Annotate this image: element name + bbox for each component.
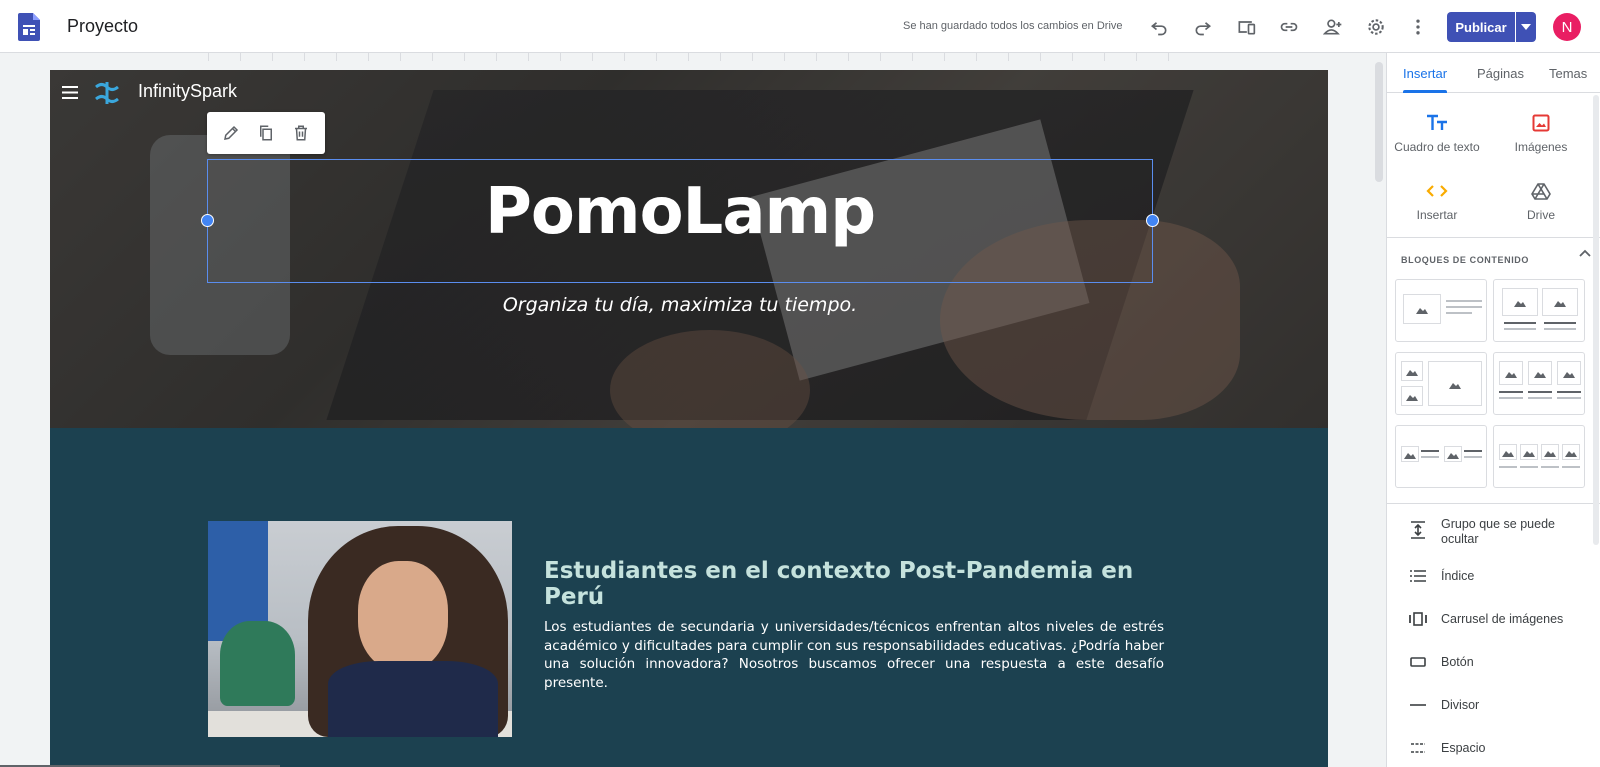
content-blocks-heading: BLOQUES DE CONTENIDO	[1401, 255, 1530, 265]
divider-icon	[1410, 704, 1426, 706]
edit-pencil-icon[interactable]	[222, 124, 240, 142]
content-section[interactable]: Estudiantes en el contexto Post-Pandemia…	[50, 428, 1328, 767]
spacer-icon	[1411, 743, 1425, 753]
student-photo[interactable]	[208, 521, 512, 737]
content-block-image-text[interactable]	[1395, 279, 1487, 342]
block-image-icon	[1534, 372, 1546, 378]
publish-options-button[interactable]	[1516, 12, 1536, 42]
element-edit-toolbar	[207, 112, 325, 154]
block-image-icon	[1544, 451, 1556, 457]
spacer-label: Espacio	[1441, 741, 1486, 755]
collapsible-group-label: Grupo que se puede ocultar	[1441, 517, 1555, 546]
image-icon	[1532, 114, 1550, 132]
insert-table-of-contents[interactable]: Índice	[1387, 561, 1600, 591]
chevron-down-icon	[1521, 24, 1531, 30]
insert-text-box[interactable]: Cuadro de texto	[1387, 110, 1487, 154]
button-label: Botón	[1441, 655, 1474, 669]
panel-scrollbar[interactable]	[1593, 95, 1599, 545]
photo-boy	[220, 621, 295, 706]
block-image-icon	[1447, 453, 1459, 459]
preview-devices-icon[interactable]	[1233, 14, 1259, 40]
infinityspark-logo-icon	[95, 82, 119, 104]
table-of-contents-label: Índice	[1441, 569, 1475, 583]
hamburger-menu-icon[interactable]	[62, 86, 78, 99]
insert-panel: Insertar Páginas Temas Cuadro de texto I…	[1386, 53, 1600, 767]
document-title[interactable]: Proyecto	[67, 16, 138, 37]
insert-images[interactable]: Imágenes	[1491, 110, 1591, 154]
section-heading[interactable]: Estudiantes en el contexto Post-Pandemia…	[544, 558, 1164, 610]
block-image-icon	[1563, 372, 1575, 378]
image-carousel-icon	[1409, 612, 1427, 626]
avatar[interactable]: N	[1553, 13, 1581, 41]
insert-images-label: Imágenes	[1514, 140, 1568, 154]
tab-temas[interactable]: Temas	[1549, 66, 1587, 81]
block-image-icon	[1404, 453, 1416, 459]
insert-embed-label: Insertar	[1416, 208, 1458, 222]
insert-divider[interactable]: Divisor	[1387, 690, 1600, 720]
insert-spacer[interactable]: Espacio	[1387, 733, 1600, 763]
active-tab-indicator	[1403, 90, 1447, 93]
block-image-icon	[1416, 308, 1428, 314]
tab-paginas[interactable]: Páginas	[1477, 66, 1524, 81]
chevron-up-icon[interactable]	[1579, 249, 1591, 257]
block-image-icon	[1523, 451, 1535, 457]
block-image-icon	[1514, 301, 1526, 307]
image-carousel-label: Carrusel de imágenes	[1441, 612, 1564, 626]
settings-gear-icon[interactable]	[1363, 14, 1389, 40]
insert-embed[interactable]: Insertar	[1387, 178, 1487, 222]
site-name[interactable]: InfinitySpark	[138, 81, 237, 102]
text-box-icon	[1427, 114, 1447, 130]
undo-icon[interactable]	[1146, 14, 1172, 40]
block-image-icon	[1406, 370, 1418, 376]
content-block-image-grid[interactable]	[1395, 352, 1487, 415]
delete-icon[interactable]	[292, 124, 310, 142]
save-status: Se han guardado todos los cambios en Dri…	[903, 20, 1123, 32]
block-image-icon	[1554, 301, 1566, 307]
duplicate-icon[interactable]	[257, 124, 275, 142]
insert-drive-label: Drive	[1526, 208, 1555, 222]
content-block-two-images[interactable]	[1493, 279, 1585, 342]
sites-logo-icon[interactable]	[18, 13, 40, 41]
embed-code-icon	[1426, 185, 1448, 197]
block-image-icon	[1505, 372, 1517, 378]
panel-tabs: Insertar Páginas Temas	[1387, 53, 1600, 93]
publish-button[interactable]: Publicar	[1447, 12, 1515, 42]
block-image-icon	[1502, 451, 1514, 457]
hero-title[interactable]: PomoLamp	[207, 175, 1153, 249]
content-block-four-images[interactable]	[1493, 425, 1585, 488]
insert-image-carousel[interactable]: Carrusel de imágenes	[1387, 604, 1600, 634]
table-of-contents-icon	[1410, 570, 1426, 582]
section-paragraph[interactable]: Los estudiantes de secundaria y universi…	[544, 618, 1164, 692]
redo-icon[interactable]	[1190, 14, 1216, 40]
insert-drive[interactable]: Drive	[1491, 178, 1591, 222]
canvas-scrollbar[interactable]	[1375, 62, 1383, 182]
block-image-icon	[1406, 395, 1418, 401]
content-block-three-images[interactable]	[1493, 352, 1585, 415]
divider-label: Divisor	[1441, 698, 1480, 712]
photo-girl-face	[358, 561, 448, 671]
button-icon	[1410, 657, 1426, 667]
top-bar: Proyecto Se han guardado todos los cambi…	[0, 0, 1600, 53]
insert-text-box-label: Cuadro de texto	[1394, 140, 1480, 154]
content-block-image-caption-pairs[interactable]	[1395, 425, 1487, 488]
more-vert-icon[interactable]	[1405, 14, 1431, 40]
drive-icon	[1531, 183, 1551, 200]
block-image-icon	[1565, 451, 1577, 457]
tab-insertar[interactable]: Insertar	[1403, 66, 1447, 81]
insert-collapsible-group[interactable]: Grupo que se puede ocultar	[1387, 515, 1600, 546]
collapsible-group-icon	[1411, 521, 1425, 539]
insert-button[interactable]: Botón	[1387, 647, 1600, 677]
panel-divider	[1387, 503, 1600, 504]
photo-girl-shirt	[328, 661, 498, 737]
block-image-icon	[1449, 382, 1461, 389]
panel-divider	[1387, 237, 1600, 238]
share-person-icon[interactable]	[1320, 14, 1346, 40]
ruler	[208, 53, 1170, 61]
link-icon[interactable]	[1276, 14, 1302, 40]
hero-subtitle[interactable]: Organiza tu día, maximiza tu tiempo.	[207, 294, 1153, 316]
site-canvas: InfinitySpark PomoLamp Organiza tu día, …	[50, 70, 1328, 767]
